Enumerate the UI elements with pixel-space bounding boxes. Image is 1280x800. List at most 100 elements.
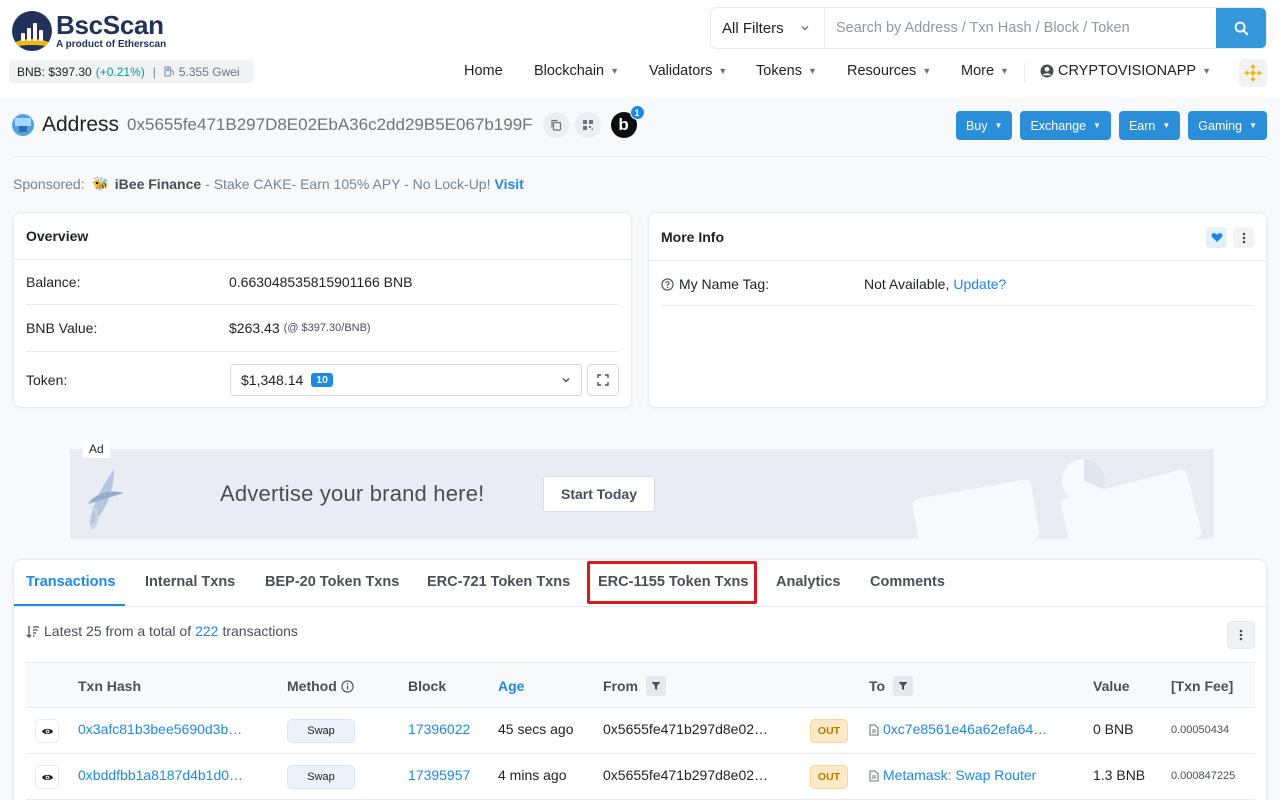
brand-tagline: A product of Etherscan: [56, 38, 167, 50]
brand-name: BscScan: [56, 9, 164, 40]
exchange-button[interactable]: Exchange ▼: [1020, 111, 1111, 140]
col-value: Value: [1093, 678, 1130, 694]
bnb-logo-icon: [1244, 64, 1262, 82]
row-divider: [26, 304, 619, 305]
txn-fee: 0.000847225: [1171, 770, 1236, 782]
to-address-link[interactable]: Metamask: Swap Router: [883, 767, 1036, 783]
bnb-value-label: BNB Value:: [26, 320, 98, 336]
nav-validators[interactable]: Validators ▼: [649, 63, 727, 79]
earn-button[interactable]: Earn ▼: [1118, 111, 1181, 140]
chevron-down-icon: ▼: [1093, 121, 1101, 130]
transactions-summary: Latest 25 from a total of 222 transactio…: [26, 623, 298, 639]
favorite-button[interactable]: [1206, 227, 1227, 248]
bscscan-logo-icon: [12, 11, 52, 51]
col-txn-fee[interactable]: [Txn Fee]: [1171, 678, 1233, 694]
search-input[interactable]: [825, 8, 1216, 48]
bnb-network-button[interactable]: [1239, 59, 1267, 87]
nav-tokens[interactable]: Tokens ▼: [756, 63, 817, 79]
txn-hash-link[interactable]: 0x3afc81b3bee5690d3b…: [78, 721, 242, 737]
eye-icon: [41, 728, 53, 734]
nav-account[interactable]: CRYPTOVISIONAPP ▼: [1040, 63, 1211, 79]
preview-button[interactable]: [35, 719, 59, 743]
from-address[interactable]: 0x5655fe471b297d8e02…: [603, 767, 768, 783]
sponsor-visit-link[interactable]: Visit: [494, 176, 523, 192]
advertisement-banner[interactable]: Advertise your brand here! Start Today: [70, 449, 1214, 539]
gaming-button-label: Gaming: [1198, 118, 1243, 133]
to-filter-button[interactable]: [893, 676, 914, 696]
search-bar: All Filters: [710, 7, 1267, 49]
nav-resources[interactable]: Resources ▼: [847, 63, 931, 79]
token-holdings-dropdown[interactable]: $1,348.14 10: [230, 364, 582, 396]
search-filter-select[interactable]: All Filters: [711, 8, 825, 48]
txn-value: 0 BNB: [1093, 721, 1134, 737]
sponsor-name: iBee Finance: [114, 176, 202, 192]
chevron-down-icon: ▼: [807, 66, 817, 76]
search-button[interactable]: [1216, 8, 1266, 48]
badge-count: 1: [629, 105, 645, 120]
bnb-value-row: BNB Value: $263.43 (@ $397.30/BNB): [26, 320, 619, 336]
nav-tokens-label: Tokens: [756, 63, 802, 79]
erc1155-tab-highlight: [587, 561, 757, 604]
header: BscScan A product of Etherscan BNB: $397…: [0, 0, 1280, 97]
block-link[interactable]: 17395957: [408, 767, 470, 783]
table-options-button[interactable]: [1227, 621, 1255, 649]
ad-chart-graphic: [912, 459, 1202, 539]
preview-button[interactable]: [35, 765, 59, 789]
table-row: 0x3afc81b3bee5690d3b… Swap 17396022 45 s…: [26, 708, 1255, 754]
badge-letter: b: [618, 115, 629, 134]
tab-transactions[interactable]: Transactions: [26, 574, 115, 590]
update-name-tag-link[interactable]: Update?: [953, 276, 1006, 292]
from-address[interactable]: 0x5655fe471b297d8e02…: [603, 721, 768, 737]
bnb-price-bar: BNB: $397.30 (+0.21%) | 5.355 Gwei: [9, 60, 254, 83]
from-filter-button[interactable]: [646, 676, 666, 696]
row-divider: [661, 305, 1254, 306]
to-address-link[interactable]: 0xc7e8561e46a62efa64…: [883, 721, 1047, 737]
nav-blockchain[interactable]: Blockchain ▼: [534, 63, 619, 79]
nav-more[interactable]: More ▼: [961, 63, 1009, 79]
tab-erc721-token-txns[interactable]: ERC-721 Token Txns: [427, 574, 570, 590]
user-circle-icon: [1040, 64, 1054, 78]
buy-button[interactable]: Buy ▼: [955, 111, 1013, 140]
buy-button-label: Buy: [965, 118, 988, 133]
ad-start-button[interactable]: Start Today: [543, 476, 655, 512]
overview-title: Overview: [14, 213, 631, 260]
bnb-value-amount: $263.43: [229, 320, 280, 336]
filter-icon: [898, 682, 908, 690]
tab-analytics[interactable]: Analytics: [776, 574, 840, 590]
address-title-row: Address 0x5655fe471B297D8E02EbA36c2dd29B…: [12, 105, 645, 141]
col-from: From: [603, 676, 666, 696]
binance-tag-badge[interactable]: b 1: [610, 105, 645, 138]
table-row: 0xbddfbb1a8187d4b1d0… Swap 17395957 4 mi…: [26, 754, 1255, 800]
info-circle-icon[interactable]: [341, 679, 354, 693]
bnb-value-rate: (@ $397.30/BNB): [283, 322, 371, 334]
name-tag-row: My Name Tag: Not Available, Update?: [661, 276, 1254, 292]
method-badge: Swap: [287, 719, 355, 743]
nav-blockchain-label: Blockchain: [534, 63, 605, 79]
col-age[interactable]: Age: [498, 678, 524, 694]
summary-count-link[interactable]: 222: [195, 623, 218, 639]
tab-internal-txns[interactable]: Internal Txns: [145, 574, 235, 590]
bscscan-logo[interactable]: BscScan A product of Etherscan: [12, 11, 166, 51]
chevron-down-icon: ▼: [1000, 66, 1009, 76]
to-cell: Metamask: Swap Router: [869, 767, 1036, 783]
nav-home-label: Home: [464, 63, 503, 79]
col-from-label: From: [603, 678, 638, 694]
copy-address-button[interactable]: [542, 112, 569, 138]
txn-hash-link[interactable]: 0xbddfbb1a8187d4b1d0…: [78, 767, 243, 783]
chevron-down-icon: ▼: [1202, 66, 1211, 76]
row-divider: [26, 351, 619, 352]
tab-comments[interactable]: Comments: [870, 574, 945, 590]
bnb-price-change: (+0.21%): [95, 64, 145, 79]
tab-bep20-token-txns[interactable]: BEP-20 Token Txns: [265, 574, 399, 590]
balance-value: 0.663048535815901166 BNB: [229, 274, 413, 290]
price-separator: |: [152, 64, 156, 79]
block-link[interactable]: 17396022: [408, 721, 470, 737]
gaming-button[interactable]: Gaming ▼: [1188, 111, 1267, 140]
sponsor-message: - Stake CAKE- Earn 105% APY - No Lock-Up…: [205, 176, 491, 192]
chevron-down-icon: ▼: [1249, 121, 1257, 130]
expand-token-button[interactable]: [587, 364, 619, 396]
more-options-button[interactable]: [1233, 227, 1254, 248]
col-method-label: Method: [287, 678, 337, 694]
qr-code-button[interactable]: [574, 112, 601, 138]
nav-home[interactable]: Home: [464, 63, 503, 79]
